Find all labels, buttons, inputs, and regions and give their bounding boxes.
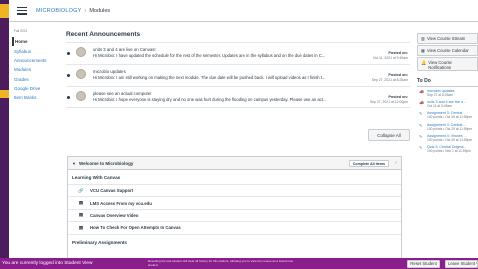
view-course-calendar-button[interactable]: ▦ View Course Calendar bbox=[417, 45, 478, 56]
module-subheader: Preliminary Assignments bbox=[72, 239, 127, 245]
posted-on-label: Posted on: bbox=[388, 73, 408, 77]
bell-icon: 🔔 bbox=[421, 59, 427, 65]
course-nav-grades[interactable]: Grades bbox=[12, 75, 62, 84]
module-item-label[interactable]: How To Check For Open Attempts In Canvas bbox=[90, 225, 181, 230]
collapse-all-button[interactable]: Collapse All bbox=[368, 129, 410, 141]
announcement-row[interactable]: microbio updates Hi Microbio: I am still… bbox=[66, 64, 410, 86]
announcement-row[interactable]: units 3 and 4 are live on Canvas! Hi Mic… bbox=[66, 42, 410, 64]
unread-dot-icon bbox=[67, 96, 70, 99]
calendar-icon: ▦ bbox=[421, 47, 425, 53]
module-header[interactable]: ▼ Welcome to Microbiology Complete All I… bbox=[68, 157, 401, 170]
global-navigation bbox=[0, 0, 9, 258]
posted-date: Sep 27, 2021 at 8:25am bbox=[371, 78, 408, 82]
hamburger-menu-icon[interactable] bbox=[17, 6, 27, 15]
view-course-stream-button[interactable]: ▥ View Course Stream bbox=[417, 33, 478, 44]
page-icon: ▤ bbox=[78, 200, 84, 206]
student-view-message: You are currently logged into Student Vi… bbox=[2, 261, 93, 266]
stream-icon: ▥ bbox=[421, 35, 425, 41]
collapse-caret-icon[interactable]: ▼ bbox=[72, 161, 76, 166]
todo-item-meta: 100 points • Nov 1 at 11:59pm bbox=[427, 148, 471, 153]
breadcrumb-course-link[interactable]: MICROBIOLOGY bbox=[36, 8, 82, 14]
button-label: View Course Calendar bbox=[426, 47, 469, 53]
todo-item[interactable]: 📣 units 3 and 4 are live o... Oct 11 at … bbox=[417, 100, 478, 108]
todo-item[interactable]: ✎ Assignment 3: Central ... 100 points •… bbox=[417, 111, 478, 119]
breadcrumb-current-page: Modules bbox=[89, 7, 111, 14]
announcement-snippet: Hi Microbio: I hope everyone is staying … bbox=[93, 97, 327, 102]
todo-item-meta: 100 points • Oct 25 at 11:59pm bbox=[427, 115, 473, 120]
avatar bbox=[76, 69, 86, 79]
module-subheader: Learning With Canvas bbox=[68, 170, 401, 185]
announcement-title[interactable]: microbio updates bbox=[93, 69, 126, 74]
todo-heading: To Do bbox=[417, 78, 478, 87]
unread-dot-icon bbox=[67, 52, 70, 55]
module-item[interactable]: 🔗 VCU Canvas Support bbox=[68, 185, 401, 198]
link-icon: 🔗 bbox=[78, 187, 84, 193]
course-nav-announcements[interactable]: Announcements bbox=[12, 56, 62, 65]
assignment-icon: ✎ bbox=[419, 122, 423, 128]
announcement-icon: 📣 bbox=[419, 100, 424, 106]
course-sidebar-buttons: ▥ View Course Stream ▦ View Course Calen… bbox=[417, 33, 478, 73]
unread-dot-icon bbox=[67, 74, 70, 77]
course-nav-home[interactable]: Home bbox=[12, 37, 62, 47]
reset-student-button[interactable]: Reset Student bbox=[407, 259, 440, 268]
announcement-snippet: Hi Microbio: I am still working on makin… bbox=[93, 75, 326, 80]
avatar bbox=[76, 47, 86, 57]
course-nav-item-banks[interactable]: Item Banks bbox=[12, 93, 62, 102]
top-bar: MICROBIOLOGY › Modules bbox=[9, 0, 478, 22]
posted-date: Oct 11, 2021 at 9:49am bbox=[372, 56, 408, 60]
todo-item[interactable]: 📣 microbio updates Sep 27 at 8:25am × bbox=[417, 89, 478, 97]
module-title: Welcome to Microbiology bbox=[78, 160, 134, 166]
course-term: Fall 2021 bbox=[14, 29, 28, 33]
todo-item-meta: 100 points • Oct 25 at 11:59pm bbox=[427, 137, 473, 142]
announcements-heading: Recent Announcements bbox=[66, 31, 141, 38]
announcement-snippet: Hi Microbio: I have updated the schedule… bbox=[93, 53, 326, 58]
nav-help-icon[interactable] bbox=[0, 90, 9, 98]
page-icon: ▤ bbox=[78, 212, 84, 218]
announcement-title[interactable]: units 3 and 4 are live on Canvas! bbox=[93, 47, 156, 52]
module-item-label[interactable]: Canvas Overview Video bbox=[90, 213, 138, 218]
todo-item[interactable]: ✎ Assignment 4: Viruses ... 100 points •… bbox=[417, 134, 478, 142]
todo-item[interactable]: ✎ Quiz 3: Central Dogma... 100 points • … bbox=[417, 145, 478, 153]
reset-student-note: Resetting the test student will clear al… bbox=[148, 259, 293, 267]
module-item[interactable]: ▤ Canvas Overview Video bbox=[68, 210, 401, 223]
module-item-label[interactable]: VCU Canvas Support bbox=[90, 188, 133, 193]
recent-announcements: Recent Announcements units 3 and 4 are l… bbox=[66, 31, 410, 141]
posted-on-label: Posted on: bbox=[388, 51, 408, 55]
student-view-bar: You are currently logged into Student Vi… bbox=[0, 258, 478, 269]
assignment-icon: ✎ bbox=[419, 133, 423, 139]
quiz-icon: ✎ bbox=[419, 144, 423, 150]
course-nav-google-drive[interactable]: Google Drive bbox=[12, 84, 62, 93]
todo-item-meta: 100 points • Oct 25 at 11:59pm bbox=[427, 126, 473, 131]
todo-item[interactable]: ✎ Assignment 3: Central ... 100 points •… bbox=[417, 123, 478, 131]
page-icon: ▤ bbox=[78, 224, 84, 230]
vcu-logo[interactable] bbox=[0, 4, 9, 18]
todo-item-meta: Sep 27 at 8:25am bbox=[427, 93, 454, 97]
button-label: View Course Notifications bbox=[428, 59, 452, 70]
course-nav-syllabus[interactable]: Syllabus bbox=[12, 46, 62, 55]
posted-on-label: Posted on: bbox=[388, 95, 408, 99]
announcement-title[interactable]: please see an actual computer bbox=[93, 91, 152, 96]
announcement-row[interactable]: please see an actual computer Hi Microbi… bbox=[66, 86, 410, 108]
completion-requirement-badge: Complete All Items bbox=[348, 160, 389, 167]
course-nav-modules[interactable]: Modules bbox=[12, 65, 62, 74]
todo-list: To Do 📣 microbio updates Sep 27 at 8:25a… bbox=[417, 78, 478, 156]
breadcrumb-separator: › bbox=[84, 7, 87, 14]
module-item[interactable]: ▤ LMS Access From my vcu.edu bbox=[68, 197, 401, 210]
posted-date: Sep 27, 2021 at 12:00pm bbox=[369, 100, 408, 104]
todo-item-meta: Oct 11 at 9:49am bbox=[427, 104, 453, 109]
module-item-label[interactable]: LMS Access From my vcu.edu bbox=[90, 201, 152, 206]
button-label: View Course Stream bbox=[426, 35, 466, 41]
view-course-notifications-button[interactable]: 🔔 View Course Notifications bbox=[417, 57, 478, 71]
leave-student-view-button[interactable]: Leave Student View bbox=[445, 259, 478, 268]
avatar bbox=[76, 91, 86, 101]
course-navigation: Fall 2021 Home Syllabus Announcements Mo… bbox=[12, 29, 62, 103]
checkmark-icon: ✓ bbox=[394, 160, 398, 165]
announcement-icon: 📣 bbox=[419, 89, 424, 94]
breadcrumb: MICROBIOLOGY › Modules bbox=[36, 8, 110, 14]
assignment-icon: ✎ bbox=[419, 111, 423, 117]
module-welcome: ▼ Welcome to Microbiology Complete All I… bbox=[67, 156, 402, 258]
module-item[interactable]: ▤ How To Check For Open Attempts In Canv… bbox=[68, 222, 401, 235]
